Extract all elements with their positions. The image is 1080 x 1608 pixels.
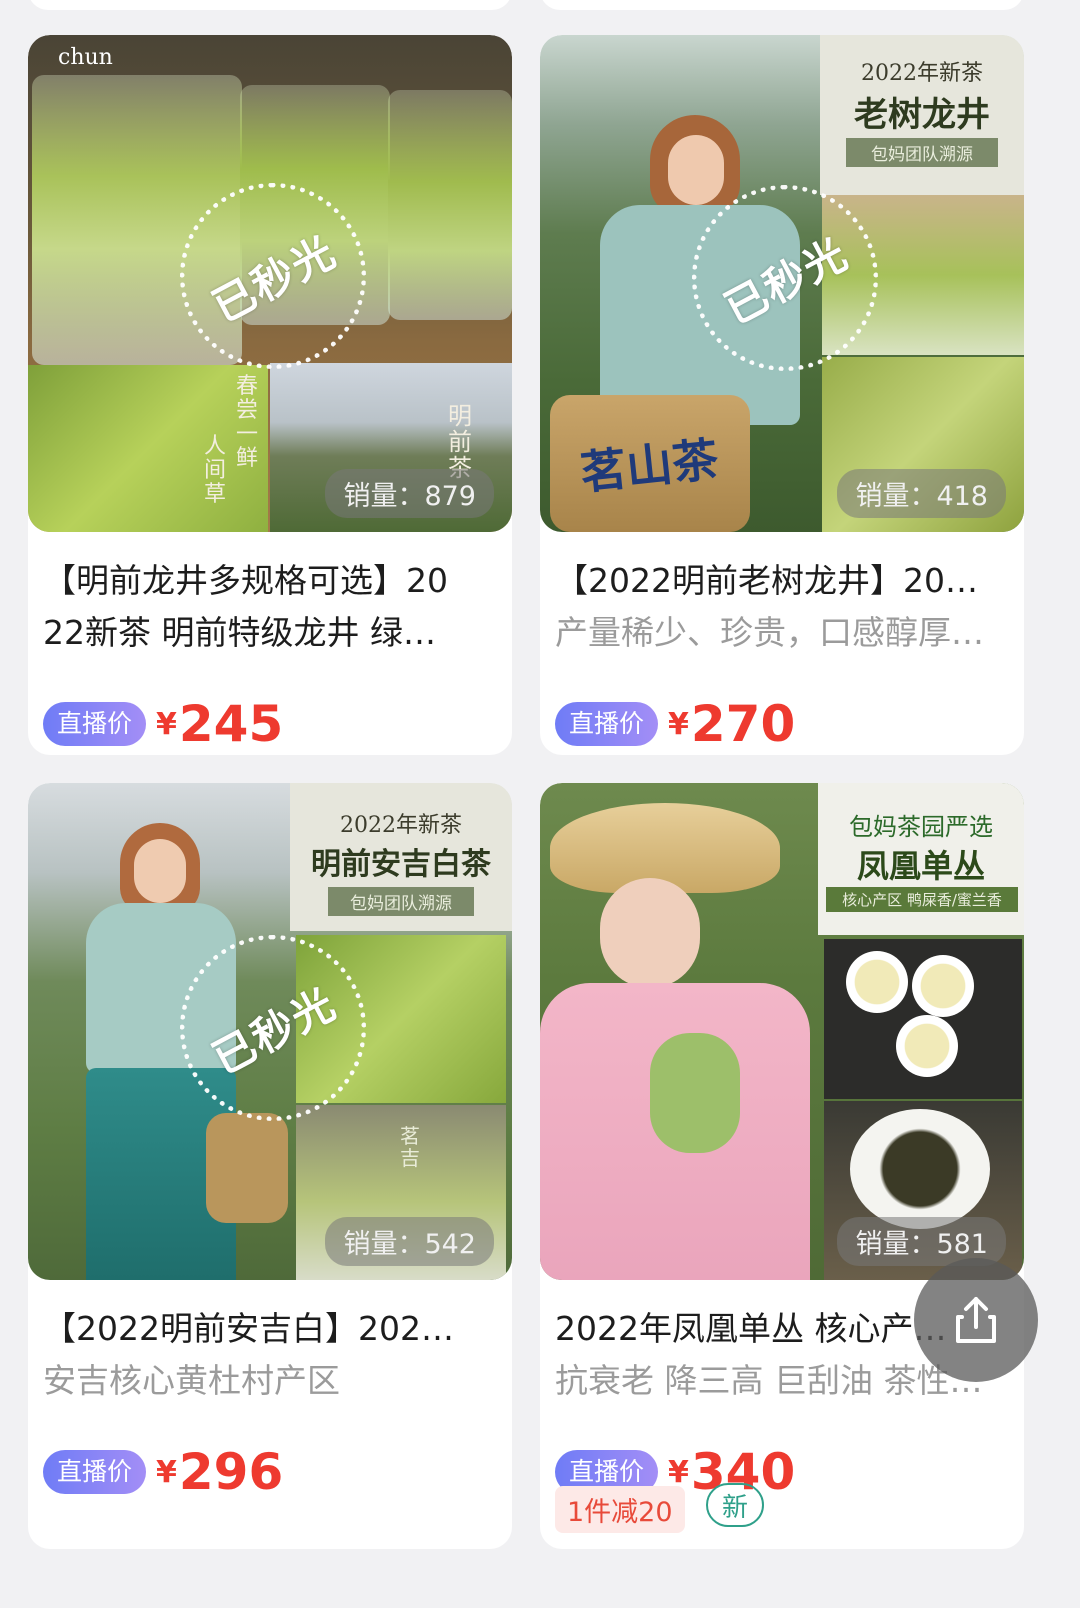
product-image-4[interactable]: 包妈茶园严选 凤凰单丛 核心产区 鸭屎香/蜜兰香 销量：581: [540, 783, 1024, 1280]
tea-branch: [650, 1033, 740, 1153]
price-row: 直播价 ¥ 245: [43, 695, 283, 753]
product-card-4[interactable]: 包妈茶园严选 凤凰单丛 核心产区 鸭屎香/蜜兰香 销量：581 2022年凤凰单…: [540, 783, 1024, 1549]
sales-count: 销量：418: [837, 469, 1006, 518]
brand-logo: chun: [58, 45, 113, 70]
price-row: 直播价 ¥ 296: [43, 1443, 283, 1501]
currency-symbol: ¥: [668, 1454, 689, 1490]
tea-basket: [206, 1113, 288, 1223]
live-price-tag: 直播价: [43, 1450, 147, 1494]
product-grid-page: chun 春尝一鲜 人间草 明前茶 已秒光 销量：879 【明前龙井多规格可选】…: [0, 0, 1080, 1608]
product-card-3[interactable]: 2022年新茶 明前安吉白茶 包妈团队溯源 茗吉 已秒光 销量：542 【202…: [28, 783, 512, 1549]
price-value: 245: [178, 695, 284, 753]
woman-face: [600, 878, 700, 988]
product-subtitle: 产量稀少、珍贵，口感醇厚…: [555, 613, 984, 652]
coupon-badge: 1件减20: [555, 1486, 685, 1533]
tea-cup-2: [912, 955, 974, 1017]
previous-card-edge-left: [28, 0, 512, 10]
currency-symbol: ¥: [156, 706, 177, 742]
tea-glass-right: [388, 90, 512, 320]
year-text: 2022年新茶: [340, 813, 462, 838]
share-icon: [956, 1297, 996, 1343]
team-badge: 包妈团队溯源: [328, 887, 474, 916]
price-row: 直播价 ¥ 270: [555, 695, 795, 753]
live-price-tag: 直播价: [43, 702, 147, 746]
team-badge: 包妈团队溯源: [846, 138, 998, 167]
product-title[interactable]: 【2022明前安吉白】202… 安吉核心黄杜村产区: [43, 1303, 497, 1407]
product-title-line-2: 22新茶 明前特级龙井 绿…: [43, 613, 436, 652]
sold-out-text: 已秒光: [716, 228, 857, 334]
product-subtitle: 安吉核心黄杜村产区: [43, 1361, 340, 1400]
year-text: 2022年新茶: [861, 61, 983, 86]
tea-name-text: 老树龙井: [854, 95, 990, 135]
sales-count: 销量：542: [325, 1217, 494, 1266]
sold-out-stamp: 已秒光: [692, 185, 878, 371]
sales-count: 销量：879: [325, 469, 494, 518]
poem-text-2: 人间草: [204, 434, 227, 507]
previous-card-edge-right: [540, 0, 1024, 10]
sold-out-text: 已秒光: [204, 978, 345, 1084]
garden-select-text: 包妈茶园严选: [849, 813, 993, 841]
live-price-tag: 直播价: [555, 702, 659, 746]
woman-face: [134, 839, 186, 903]
poem-text-1: 春尝一鲜: [236, 374, 259, 471]
product-image-2[interactable]: 茗山茶 2022年新茶 老树龙井 包妈团队溯源 已秒光 销量：418: [540, 35, 1024, 532]
product-title-line-1: 【2022明前老树龙井】20…: [555, 561, 978, 600]
fresh-leaves-photo: [28, 365, 268, 532]
tea-cup-1: [846, 951, 908, 1013]
sold-out-stamp: 已秒光: [180, 935, 366, 1121]
currency-symbol: ¥: [156, 1454, 177, 1490]
product-card-2[interactable]: 茗山茶 2022年新茶 老树龙井 包妈团队溯源 已秒光 销量：418 【2022…: [540, 35, 1024, 755]
price-value: 296: [178, 1443, 284, 1501]
currency-symbol: ¥: [668, 706, 689, 742]
sold-out-stamp: 已秒光: [180, 183, 366, 369]
product-card-1[interactable]: chun 春尝一鲜 人间草 明前茶 已秒光 销量：879 【明前龙井多规格可选】…: [28, 35, 512, 755]
origin-badge: 核心产区 鸭屎香/蜜兰香: [826, 887, 1018, 912]
tea-cup-3: [896, 1015, 958, 1077]
cup-engraving-text: 茗吉: [400, 1124, 420, 1170]
tea-bowl: [850, 1109, 990, 1229]
product-title-line-1: 【明前龙井多规格可选】20: [43, 561, 448, 600]
product-image-3[interactable]: 2022年新茶 明前安吉白茶 包妈团队溯源 茗吉 已秒光 销量：542: [28, 783, 512, 1280]
product-title[interactable]: 【明前龙井多规格可选】20 22新茶 明前特级龙井 绿…: [43, 555, 497, 659]
product-title-line-1: 【2022明前安吉白】202…: [43, 1309, 454, 1348]
share-button[interactable]: [914, 1258, 1038, 1382]
price-value: 270: [690, 695, 796, 753]
tea-name-text: 凤凰单丛: [856, 847, 985, 885]
sold-out-text: 已秒光: [204, 226, 345, 332]
new-badge: 新: [706, 1483, 764, 1527]
tea-name-text: 明前安吉白茶: [311, 847, 491, 882]
product-image-1[interactable]: chun 春尝一鲜 人间草 明前茶 已秒光 销量：879: [28, 35, 512, 532]
product-title[interactable]: 【2022明前老树龙井】20… 产量稀少、珍贵，口感醇厚…: [555, 555, 1009, 659]
woman-face: [668, 135, 724, 205]
